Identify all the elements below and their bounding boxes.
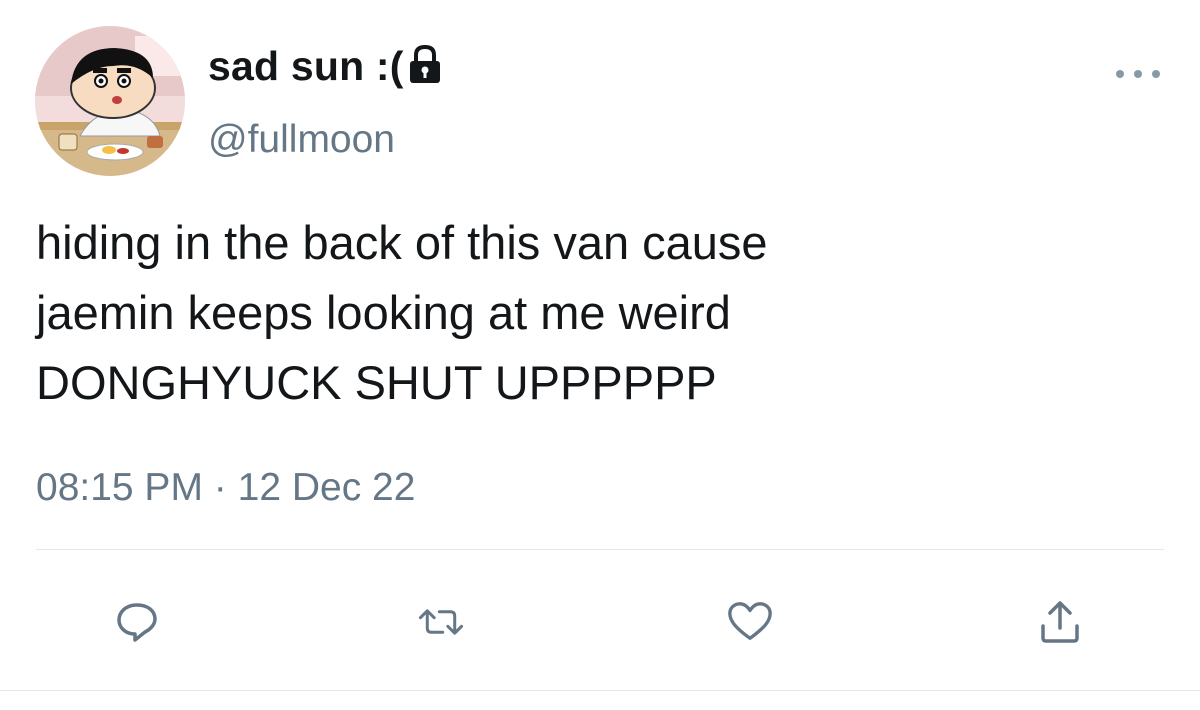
share-button[interactable] xyxy=(1036,598,1084,646)
bottom-divider xyxy=(0,690,1200,691)
retweet-button[interactable] xyxy=(417,598,465,646)
timestamp-separator: · xyxy=(213,466,227,509)
reply-button[interactable] xyxy=(113,598,161,646)
avatar[interactable] xyxy=(35,26,185,176)
more-dot xyxy=(1152,70,1160,78)
like-icon xyxy=(728,602,772,640)
display-name-row: sad sun :( xyxy=(208,40,444,92)
display-name[interactable]: sad sun :( xyxy=(208,43,404,90)
divider xyxy=(36,549,1164,550)
more-dot xyxy=(1134,70,1142,78)
lock-icon xyxy=(406,43,444,87)
reply-icon xyxy=(117,603,157,642)
tweet-text: hiding in the back of this van cause jae… xyxy=(36,216,768,409)
tweet-time: 08:15 PM xyxy=(36,466,203,509)
tweet-date: 12 Dec 22 xyxy=(237,466,416,509)
tweet-card: sad sun :( @fullmoon hiding in the back … xyxy=(0,0,1200,710)
share-icon xyxy=(1041,601,1079,643)
like-button[interactable] xyxy=(726,598,774,646)
more-options-icon[interactable] xyxy=(1116,64,1160,84)
tweet-timestamp[interactable]: 08:15 PM · 12 Dec 22 xyxy=(36,466,415,510)
user-handle[interactable]: @fullmoon xyxy=(208,118,395,162)
cartoon-avatar-image xyxy=(35,26,185,176)
retweet-icon xyxy=(418,609,464,635)
more-dot xyxy=(1116,70,1124,78)
